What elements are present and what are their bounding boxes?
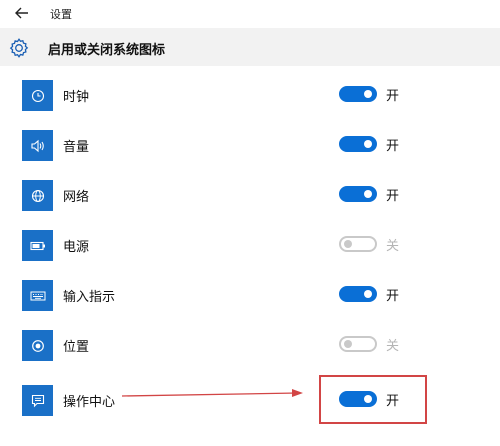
location-tile [22, 330, 53, 361]
keyboard-icon [30, 291, 45, 300]
list-item-clock: 时钟 开 [0, 80, 500, 130]
network-tile [22, 180, 53, 211]
window-title: 设置 [50, 8, 72, 21]
power-toggle[interactable] [339, 236, 377, 252]
toggle-state-text: 开 [386, 139, 400, 154]
location-toggle[interactable] [339, 336, 377, 352]
list-item-volume: 音量 开 [0, 130, 500, 180]
toggle-state-text: 开 [386, 89, 400, 104]
item-label: 输入指示 [63, 290, 116, 305]
power-tile [22, 230, 53, 261]
list-item-power: 电源 关 [0, 230, 500, 280]
input-indicator-toggle[interactable] [339, 286, 377, 302]
clock-toggle[interactable] [339, 86, 377, 102]
item-label: 音量 [63, 140, 90, 155]
annotation-highlight-box [319, 375, 427, 424]
input-indicator-tile [22, 280, 53, 311]
location-icon [31, 339, 44, 352]
volume-icon [30, 139, 44, 152]
page-title: 启用或关闭系统图标 [48, 43, 166, 58]
network-icon [31, 189, 44, 202]
item-label: 网络 [63, 190, 90, 205]
volume-tile [22, 130, 53, 161]
toggle-state-text: 开 [386, 289, 400, 304]
toggle-state-text: 关 [386, 239, 400, 254]
action-center-tile [22, 385, 53, 416]
toggle-state-text: 开 [386, 189, 400, 204]
title-bar: 设置 [0, 0, 500, 28]
annotation-arrow-icon [121, 389, 303, 397]
volume-toggle[interactable] [339, 136, 377, 152]
clock-tile [22, 80, 53, 111]
back-button[interactable] [10, 4, 34, 22]
list-item-network: 网络 开 [0, 180, 500, 230]
item-label: 位置 [63, 340, 90, 355]
item-label: 电源 [63, 240, 90, 255]
network-toggle[interactable] [339, 186, 377, 202]
gear-icon [9, 38, 29, 58]
toggle-state-text: 关 [386, 339, 400, 354]
item-label: 操作中心 [63, 395, 116, 410]
clock-icon [31, 89, 44, 102]
page-header: 启用或关闭系统图标 [0, 28, 500, 66]
item-label: 时钟 [63, 90, 90, 105]
back-arrow-icon [15, 7, 28, 19]
list-item-input-indicator: 输入指示 开 [0, 280, 500, 330]
list-item-location: 位置 关 [0, 330, 500, 380]
action-center-icon [31, 394, 44, 407]
battery-icon [29, 241, 45, 250]
